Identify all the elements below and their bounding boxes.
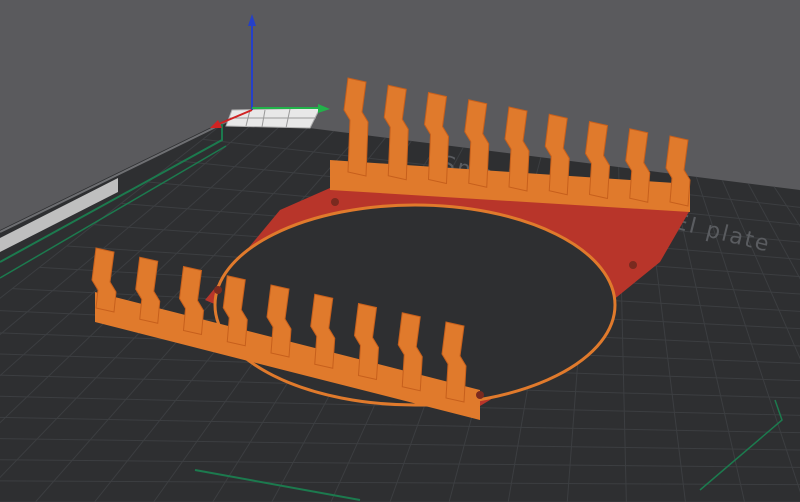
y-axis-arrow-icon (318, 104, 330, 113)
z-axis-arrow-icon (248, 14, 256, 26)
mount-hole (331, 198, 339, 206)
3d-viewport[interactable]: Smooth textured PEI plate (0, 0, 800, 502)
mount-hole (214, 286, 222, 294)
mount-hole (476, 391, 484, 399)
mount-hole (629, 261, 637, 269)
